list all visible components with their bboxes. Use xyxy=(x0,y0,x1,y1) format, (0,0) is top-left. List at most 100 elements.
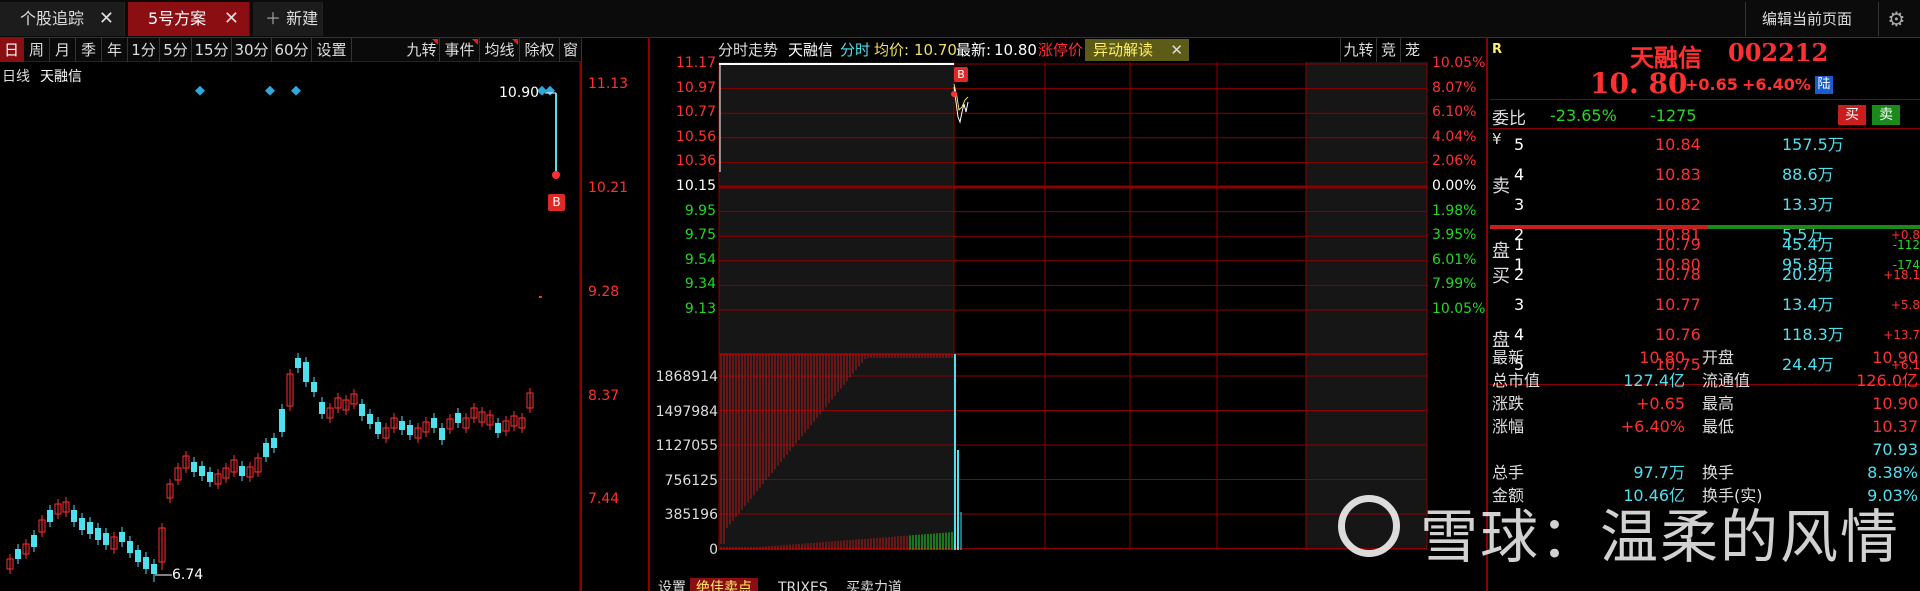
candle-body[interactable] xyxy=(367,414,373,424)
volume-axis-label: 1497984 xyxy=(655,403,718,420)
candle-body[interactable] xyxy=(199,466,205,476)
anomaly-button[interactable]: 异动解读 ✕ xyxy=(1085,39,1189,61)
ask-volume: 88.6万 xyxy=(1782,165,1834,184)
candle-body[interactable] xyxy=(399,421,405,430)
candle-body[interactable] xyxy=(151,564,157,574)
period-quarter[interactable]: 季 xyxy=(76,38,102,62)
period-15min[interactable]: 15分 xyxy=(192,38,232,62)
kline-axis-label: 9.28 xyxy=(588,284,620,300)
candle-body[interactable] xyxy=(319,402,325,414)
candle-body[interactable] xyxy=(143,557,149,569)
high-price-label: 10.90 xyxy=(499,85,540,101)
candle-body[interactable] xyxy=(47,510,53,522)
candle-body[interactable] xyxy=(87,522,93,534)
candle-body[interactable] xyxy=(119,532,125,542)
period-week[interactable]: 周 xyxy=(24,38,50,62)
period-1min[interactable]: 1分 xyxy=(128,38,160,62)
indicator-tab-trixes[interactable]: TRIXES xyxy=(772,578,834,591)
level: 3 xyxy=(1514,195,1525,214)
event-diamond[interactable] xyxy=(265,85,275,96)
bid-row[interactable]: 2 10.78 20.2万 +18.1 xyxy=(1490,260,1920,290)
candle-body[interactable] xyxy=(303,362,309,382)
indicator-tab-sellpoint[interactable]: 绝佳卖点 xyxy=(690,578,758,591)
indicator-tab-settings[interactable]: 设置 xyxy=(652,578,692,591)
candle-body[interactable] xyxy=(263,443,269,457)
tab-new[interactable]: ＋ 新建 xyxy=(253,2,323,36)
r-flag: R xyxy=(1492,42,1503,57)
candle-body[interactable] xyxy=(31,535,37,547)
candle-body[interactable] xyxy=(431,418,437,428)
ask-price: 10.83 xyxy=(1655,165,1701,184)
candle-body[interactable] xyxy=(15,549,21,559)
sell-button[interactable]: 卖 xyxy=(1872,105,1900,125)
candle-body[interactable] xyxy=(295,358,301,368)
ma-button[interactable]: 均线 xyxy=(480,38,520,62)
candle-body[interactable] xyxy=(495,423,501,433)
candle-body[interactable] xyxy=(191,462,197,472)
buy-marker[interactable]: B xyxy=(954,67,968,82)
bid-row[interactable]: 3 10.77 13.4万 +5.8 xyxy=(1490,290,1920,320)
candle-body[interactable] xyxy=(375,422,381,434)
buy-button[interactable]: 买 xyxy=(1838,105,1866,125)
price-axis-label: 10.97 xyxy=(675,79,716,96)
event-button[interactable]: 事件 xyxy=(440,38,480,62)
stat-value: +0.65 xyxy=(1635,394,1685,413)
candle-body[interactable] xyxy=(95,528,101,540)
candle-body[interactable] xyxy=(359,404,365,416)
candle-body[interactable] xyxy=(239,466,245,476)
period-year[interactable]: 年 xyxy=(102,38,128,62)
pct-axis-label: 10.05% xyxy=(1432,301,1486,317)
tab-plan-5[interactable]: 5号方案 ✕ xyxy=(128,2,250,36)
ask-row[interactable]: 4 10.83 88.6万 xyxy=(1490,160,1920,190)
event-diamond[interactable] xyxy=(545,85,555,96)
candle-body[interactable] xyxy=(79,518,85,530)
candle-body[interactable] xyxy=(207,472,213,482)
period-60min[interactable]: 60分 xyxy=(272,38,312,62)
edit-page-button[interactable]: 编辑当前页面 xyxy=(1744,2,1868,36)
candle-body[interactable] xyxy=(455,413,461,423)
price-change-pct: +6.40% xyxy=(1742,75,1811,94)
indicator-tab-force[interactable]: 买卖力道 xyxy=(840,578,908,591)
bid-delta: +18.1 xyxy=(1883,268,1920,282)
buy-marker[interactable]: B xyxy=(548,194,565,211)
nine-turn-button[interactable]: 九转 xyxy=(404,38,440,62)
period-day[interactable]: 日 xyxy=(0,38,24,62)
period-30min[interactable]: 30分 xyxy=(232,38,272,62)
candle-body[interactable] xyxy=(135,550,141,562)
candle-body[interactable] xyxy=(271,438,277,448)
stat-value: 127.4亿 xyxy=(1623,371,1685,390)
candle-body[interactable] xyxy=(279,409,285,432)
chip-tag[interactable]: 茏 xyxy=(1400,38,1424,62)
bid-row[interactable]: 1 10.79 45.4万 -112 xyxy=(1490,230,1920,260)
ex-right-button[interactable]: 除权 xyxy=(520,38,560,62)
event-diamond[interactable] xyxy=(291,85,301,96)
close-icon[interactable]: ✕ xyxy=(224,2,239,36)
auction-tag[interactable]: 竞 xyxy=(1376,38,1400,62)
candle-body[interactable] xyxy=(407,425,413,435)
intraday-mode[interactable]: 分时 xyxy=(840,38,870,62)
candle-body[interactable] xyxy=(71,510,77,522)
period-settings[interactable]: 设置 xyxy=(312,38,352,62)
corner-marker xyxy=(432,39,438,45)
candle-body[interactable] xyxy=(103,533,109,545)
ask-row[interactable]: 5 10.84 157.5万 xyxy=(1490,130,1920,160)
window-button[interactable]: 窗 xyxy=(560,38,582,62)
period-month[interactable]: 月 xyxy=(50,38,76,62)
pct-axis-label: 10.05% xyxy=(1432,55,1486,71)
kline-axis-label: 8.37 xyxy=(588,388,620,404)
level: 1 xyxy=(1514,235,1525,254)
tab-label: 新建 xyxy=(286,9,319,28)
nine-turn-tag[interactable]: 九转 xyxy=(1340,38,1376,62)
gear-icon[interactable]: ⚙ xyxy=(1878,2,1914,36)
candle-body[interactable] xyxy=(439,428,445,440)
tab-stock-tracking[interactable]: 个股追踪 ✕ xyxy=(0,2,125,36)
close-icon[interactable]: ✕ xyxy=(99,2,114,36)
period-5min[interactable]: 5分 xyxy=(160,38,192,62)
candle-body[interactable] xyxy=(311,382,317,392)
label: 均线 xyxy=(484,41,515,59)
stat-label: 总手 xyxy=(1492,463,1525,482)
event-diamond[interactable] xyxy=(195,85,205,96)
ask-row[interactable]: 3 10.82 13.3万 xyxy=(1490,190,1920,220)
candle-body[interactable] xyxy=(127,541,133,553)
close-icon[interactable]: ✕ xyxy=(1170,39,1183,61)
